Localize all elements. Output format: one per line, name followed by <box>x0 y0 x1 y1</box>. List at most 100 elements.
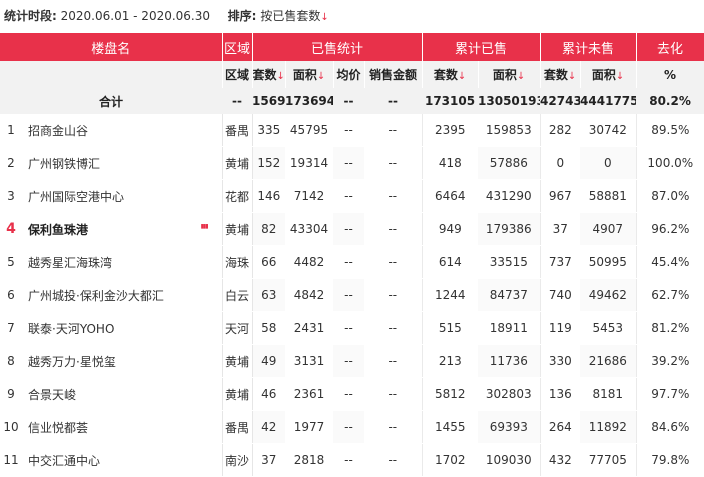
sort-down-icon: ↓ <box>457 71 467 82</box>
table-row[interactable]: 3 广州国际空港中心 花都 146 7142 -- -- 6464 431290 967 58881… <box>0 179 704 213</box>
cell-district: 海珠 <box>221 245 253 279</box>
cell-cum-area: 57886 <box>478 146 541 180</box>
table-row[interactable]: 7 联泰·天河YOHO 天河 58 2431 -- -- 515 18911 119 5453 81.… <box>0 311 704 345</box>
table-row[interactable]: 11 中交汇通中心 南沙 37 2818 -- -- 1702 109030 432 77705 79… <box>0 443 704 477</box>
table-row[interactable]: 9 合景天峻 黄埔 46 2361 -- -- 5812 302803 136 8181 97.7% <box>0 377 704 411</box>
cell-area: 2818 <box>285 443 334 477</box>
cell-avg-price: -- <box>333 278 365 312</box>
cell-cum-area: 69393 <box>478 410 541 444</box>
header-cum-unsold-group: 累计未售 <box>540 33 637 61</box>
cell-name[interactable]: 信业悦都荟 <box>22 410 223 444</box>
cell-avg-price: -- <box>333 377 365 411</box>
cell-avg-price: -- <box>333 410 365 444</box>
cell-name[interactable]: 中交汇通中心 <box>22 443 223 477</box>
cell-cum-units: 515 <box>421 311 479 345</box>
total-cum-area: 13050193 <box>478 88 541 114</box>
cell-unsold-area: 50995 <box>580 245 637 279</box>
cell-name[interactable]: 保利鱼珠港 ▮▮▮ <box>22 212 223 246</box>
cell-district: 天河 <box>221 311 253 345</box>
period-label: 统计时段: <box>4 9 57 23</box>
table-row[interactable]: 8 越秀万力·星悦玺 黄埔 49 3131 -- -- 213 11736 330 21686 39.… <box>0 344 704 378</box>
subheader-cum-units[interactable]: 套数↓ <box>422 61 479 88</box>
cell-name[interactable]: 广州城投·保利金沙大都汇 <box>22 278 223 312</box>
cell-rank: 10 <box>0 410 22 444</box>
cell-units: 82 <box>252 212 286 246</box>
cell-units: 42 <box>252 410 286 444</box>
total-label: 合计 <box>0 88 223 114</box>
cell-name[interactable]: 招商金山谷 <box>22 114 223 147</box>
total-units: 1569 <box>252 88 286 114</box>
total-sales-amount: -- <box>364 88 423 114</box>
cell-unsold-area: 77705 <box>580 443 637 477</box>
cell-district: 花都 <box>221 179 253 213</box>
sort-down-icon: ↓ <box>615 71 625 82</box>
cell-name[interactable]: 广州国际空港中心 <box>22 179 223 213</box>
subheader-cum-area[interactable]: 面积↓ <box>478 61 541 88</box>
subheader-units[interactable]: 套数↓ <box>252 61 286 88</box>
cell-district: 黄埔 <box>221 146 253 180</box>
cell-district: 黄埔 <box>221 344 253 378</box>
filter-bar: 统计时段: 2020.06.01 - 2020.06.30 排序: 按已售套数↓ <box>0 0 704 33</box>
table-row[interactable]: 1 招商金山谷 番禺 335 45795 -- -- 2395 159853 282 30742 89… <box>0 114 704 147</box>
cell-name[interactable]: 联泰·天河YOHO <box>22 311 223 345</box>
cell-name[interactable]: 越秀万力·星悦玺 <box>22 344 223 378</box>
table-row[interactable]: 10 信业悦都荟 番禺 42 1977 -- -- 1455 69393 264 11892 84.6… <box>0 410 704 444</box>
cell-avg-price: -- <box>333 344 365 378</box>
cell-unsold-units: 432 <box>539 443 581 477</box>
cell-cum-area: 302803 <box>478 377 541 411</box>
cell-cum-units: 614 <box>421 245 479 279</box>
cell-district: 番禺 <box>221 410 253 444</box>
cell-name[interactable]: 越秀星汇海珠湾 <box>22 245 223 279</box>
cell-cum-units: 1455 <box>421 410 479 444</box>
cell-area: 4482 <box>285 245 334 279</box>
header-district: 区域 <box>222 33 253 61</box>
cell-rate: 97.7% <box>635 377 704 411</box>
cell-rate: 79.8% <box>635 443 704 477</box>
table-row[interactable]: 2 广州钢铁博汇 黄埔 152 19314 -- -- 418 57886 0 0 100.0% <box>0 146 704 180</box>
subheader-area[interactable]: 面积↓ <box>285 61 334 88</box>
table-row[interactable]: 4 保利鱼珠港 ▮▮▮ 黄埔 82 43304 -- -- 949 179386 37 4907 96.… <box>0 212 704 246</box>
cell-unsold-area: 49462 <box>580 278 637 312</box>
cell-rate: 39.2% <box>635 344 704 378</box>
cell-cum-area: 431290 <box>478 179 541 213</box>
subheader-unsold-units[interactable]: 套数↓ <box>540 61 581 88</box>
subheader-unsold-area[interactable]: 面积↓ <box>580 61 637 88</box>
sort-value[interactable]: 按已售套数 <box>260 9 320 23</box>
cell-cum-units: 1244 <box>421 278 479 312</box>
cell-cum-units: 213 <box>421 344 479 378</box>
cell-rate: 84.6% <box>635 410 704 444</box>
subheader-blank <box>0 61 223 88</box>
sort-down-icon: ↓ <box>567 71 577 82</box>
cell-rank: 7 <box>0 311 22 345</box>
cell-cum-area: 84737 <box>478 278 541 312</box>
cell-rate: 96.2% <box>635 212 704 246</box>
cell-units: 146 <box>252 179 286 213</box>
table-row[interactable]: 6 广州城投·保利金沙大都汇 白云 63 4842 -- -- 1244 84737 740 494… <box>0 278 704 312</box>
cell-area: 45795 <box>285 114 334 147</box>
total-district: -- <box>222 88 253 114</box>
cell-rank: 9 <box>0 377 22 411</box>
cell-units: 152 <box>252 146 286 180</box>
cell-district: 白云 <box>221 278 253 312</box>
header-project: 楼盘名 <box>0 33 223 61</box>
table-row[interactable]: 5 越秀星汇海珠湾 海珠 66 4482 -- -- 614 33515 737 50995 45.4… <box>0 245 704 279</box>
cell-sales-amount: -- <box>364 278 423 312</box>
cell-area: 2361 <box>285 377 334 411</box>
cell-name[interactable]: 合景天峻 <box>22 377 223 411</box>
cell-units: 66 <box>252 245 286 279</box>
cell-unsold-units: 282 <box>539 114 581 147</box>
arrow-down-icon[interactable]: ↓ <box>320 12 328 23</box>
cell-avg-price: -- <box>333 146 365 180</box>
bar-chart-icon[interactable]: ▮▮▮ <box>201 221 209 233</box>
cell-rank: 2 <box>0 146 22 180</box>
cell-unsold-units: 740 <box>539 278 581 312</box>
cell-avg-price: -- <box>333 311 365 345</box>
cell-cum-units: 6464 <box>421 179 479 213</box>
cell-sales-amount: -- <box>364 443 423 477</box>
cell-name[interactable]: 广州钢铁博汇 <box>22 146 223 180</box>
cell-unsold-units: 119 <box>539 311 581 345</box>
cell-unsold-units: 264 <box>539 410 581 444</box>
period-value[interactable]: 2020.06.01 - 2020.06.30 <box>61 9 210 23</box>
cell-unsold-area: 4907 <box>580 212 637 246</box>
cell-unsold-area: 0 <box>580 146 637 180</box>
